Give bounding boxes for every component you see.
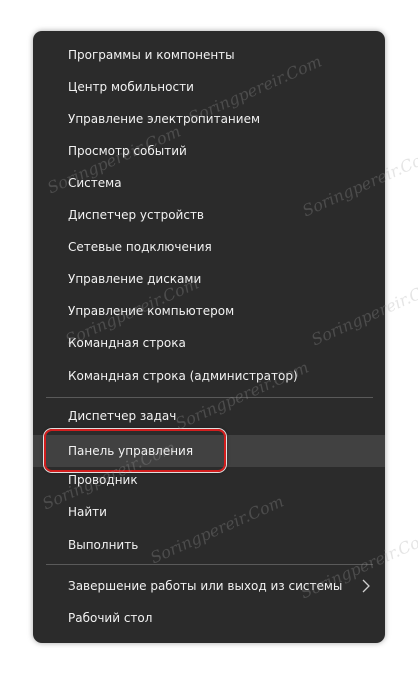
menu-divider [46,564,373,565]
menu-item-computer-management[interactable]: Управление компьютером [33,299,385,323]
menu-item-power-options[interactable]: Управление электропитанием [33,107,385,131]
menu-item-system[interactable]: Система [33,171,385,195]
menu-item-network-connections[interactable]: Сетевые подключения [33,235,385,259]
menu-item-shutdown-or-sign-out[interactable]: Завершение работы или выход из системы [33,574,385,598]
menu-item-device-manager[interactable]: Диспетчер устройств [33,203,385,227]
menu-item-programs-and-features[interactable]: Программы и компоненты [33,43,385,67]
menu-item-task-manager[interactable]: Диспетчер задач [33,404,385,428]
menu-item-desktop[interactable]: Рабочий стол [33,606,385,630]
screenshot-stage: Программы и компоненты Центр мобильности… [0,0,418,676]
menu-item-search[interactable]: Найти [33,500,385,524]
menu-item-command-prompt-admin[interactable]: Командная строка (администратор) [33,364,385,388]
highlight-annotation-frame [44,429,226,472]
menu-divider [46,397,373,398]
menu-item-disk-management[interactable]: Управление дисками [33,267,385,291]
chevron-right-icon [361,579,373,593]
winx-context-menu: Программы и компоненты Центр мобильности… [33,31,385,643]
menu-item-event-viewer[interactable]: Просмотр событий [33,139,385,163]
menu-item-command-prompt[interactable]: Командная строка [33,331,385,355]
menu-item-mobility-center[interactable]: Центр мобильности [33,75,385,99]
menu-item-label: Завершение работы или выход из системы [68,579,343,593]
menu-item-run[interactable]: Выполнить [33,533,385,557]
